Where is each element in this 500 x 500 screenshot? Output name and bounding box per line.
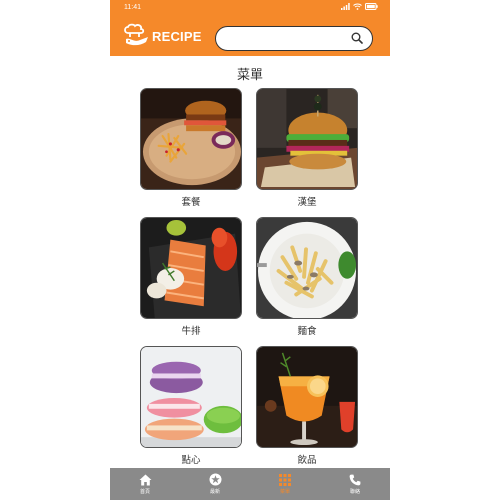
search-bar[interactable]	[215, 26, 373, 51]
category-label: 點心	[181, 455, 201, 466]
tab-contact[interactable]: 聯絡	[320, 468, 390, 500]
app-header: RECIPE	[110, 16, 390, 56]
category-label: 飲品	[297, 455, 317, 466]
dessert-image[interactable]	[140, 346, 242, 448]
status-time: 11:41	[124, 4, 141, 11]
steak-image[interactable]	[140, 217, 242, 319]
tab-label: 菜單	[279, 488, 290, 495]
category-card-set-meal[interactable]: 套餐	[140, 88, 242, 208]
drinks-image[interactable]	[256, 346, 358, 448]
burger-image[interactable]	[256, 88, 358, 190]
category-card-steak[interactable]: 牛排	[140, 217, 242, 337]
grid-icon	[279, 473, 291, 486]
category-card-burger[interactable]: 漢堡	[256, 88, 358, 208]
category-label: 牛排	[181, 326, 201, 337]
category-card-drinks[interactable]: 飲品	[256, 346, 358, 466]
wifi-icon	[353, 3, 362, 10]
search-icon[interactable]	[351, 32, 363, 44]
category-label: 漢堡	[297, 197, 317, 208]
category-card-dessert[interactable]: 點心	[140, 346, 242, 466]
search-input[interactable]	[224, 30, 344, 47]
status-icons	[341, 3, 378, 10]
logo-text: RECIPE	[152, 28, 202, 44]
status-bar: 11:41	[110, 0, 390, 16]
tab-label: 首頁	[139, 488, 150, 495]
battery-icon	[365, 3, 378, 10]
category-label: 麵食	[297, 326, 317, 337]
category-card-pasta[interactable]: 麵食	[256, 217, 358, 337]
recipe-logo[interactable]: RECIPE	[122, 22, 208, 50]
bottom-tab-bar: 首頁 最新 菜單 聯絡	[110, 468, 390, 500]
tab-menu[interactable]: 菜單	[250, 468, 320, 500]
phone-screen: 11:41 RECIPE 菜單 套餐 漢堡 牛排 麵食 點心 飲品 首頁 最新 …	[110, 0, 390, 500]
category-label: 套餐	[181, 197, 201, 208]
set-meal-image[interactable]	[140, 88, 242, 190]
tab-latest[interactable]: 最新	[180, 468, 250, 500]
chef-logo-icon	[124, 23, 148, 46]
phone-icon	[349, 474, 361, 485]
tab-label: 最新	[209, 489, 220, 495]
signal-icon	[341, 3, 350, 10]
home-icon	[139, 474, 151, 485]
page-title: 菜單	[236, 68, 263, 83]
star-icon	[209, 473, 221, 486]
tab-label: 聯絡	[349, 488, 360, 495]
pasta-image[interactable]	[256, 217, 358, 319]
tab-home[interactable]: 首頁	[110, 468, 180, 500]
